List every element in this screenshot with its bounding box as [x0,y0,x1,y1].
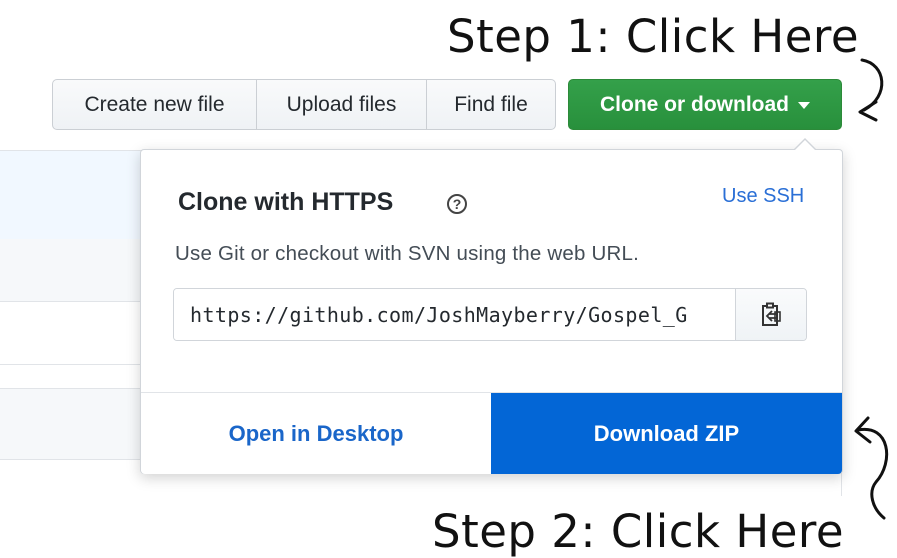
file-row-bg [0,150,160,240]
clone-dropdown-footer: Open in Desktop Download ZIP [141,392,842,474]
clipboard-icon [762,302,781,326]
find-file-button[interactable]: Find file [427,79,556,130]
dropdown-pointer-fill [794,140,816,151]
create-new-file-button[interactable]: Create new file [52,79,257,130]
step1-annotation: Step 1: Click Here [447,10,860,63]
clone-description: Use Git or checkout with SVN using the w… [175,242,640,265]
file-row-bg [0,388,160,460]
screenshot-stage: Step 1: Click Here Create new file Uploa… [0,0,897,558]
upload-files-button[interactable]: Upload files [257,79,427,130]
clone-or-download-button[interactable]: Clone or download [568,79,842,130]
clone-dropdown-panel: Clone with HTTPS ? Use SSH Use Git or ch… [140,138,843,474]
curved-arrow-icon [858,58,884,122]
clone-url-input[interactable] [174,289,735,340]
cropped-top-text [0,0,897,8]
file-row-bg [0,364,160,389]
step2-annotation: Step 2: Click Here [432,505,845,558]
file-action-button-group: Create new file Upload files Find file [52,79,556,130]
clone-with-https-title: Clone with HTTPS [178,188,394,216]
question-circle-icon[interactable]: ? [447,194,467,214]
curved-arrow-icon [854,416,889,520]
copy-url-button[interactable] [735,289,806,340]
clone-or-download-label: Clone or download [600,92,789,116]
caret-down-icon [798,102,810,109]
download-zip-button[interactable]: Download ZIP [491,393,842,474]
open-in-desktop-button[interactable]: Open in Desktop [141,393,491,474]
use-ssh-link[interactable]: Use SSH [722,185,804,208]
file-row-bg [0,239,160,302]
clone-url-group [173,288,807,341]
